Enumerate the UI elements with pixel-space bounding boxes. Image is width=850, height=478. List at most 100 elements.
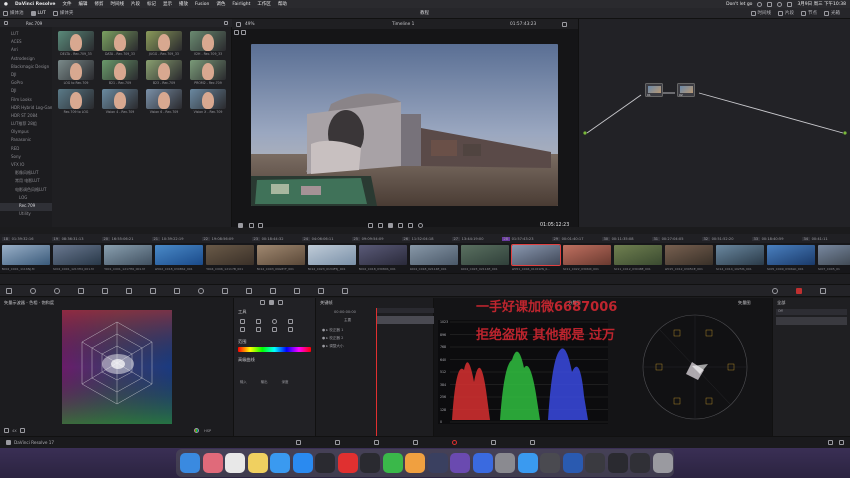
lut-tree-item[interactable]: Arri	[0, 47, 52, 55]
lut-thumbnail-item[interactable]: DELTA - Rec.709_33	[56, 31, 96, 56]
panel-option-2-icon[interactable]	[269, 300, 274, 305]
now-playing-text[interactable]: Don't let go	[726, 2, 752, 7]
clip-thumbnail[interactable]: H001_C001_1217H6_001.M	[102, 243, 153, 273]
lightbox-scope-icon[interactable]	[796, 287, 802, 294]
trash-icon[interactable]	[652, 453, 673, 473]
go-to-start-icon[interactable]	[368, 222, 373, 228]
tracker-icon[interactable]	[222, 287, 228, 294]
clip-thumbnail[interactable]: B002_C001_1116NJ.M	[0, 243, 51, 273]
search-icon[interactable]	[777, 1, 783, 7]
key-icon[interactable]	[294, 287, 300, 294]
clip-thumbnail[interactable]: A011_C022_0306IX_001	[561, 243, 612, 273]
viewer-layout-icon[interactable]	[236, 21, 241, 27]
focus-icon[interactable]	[272, 318, 277, 324]
fx-icon[interactable]	[772, 287, 778, 294]
clip-thumbnail[interactable]: W015_C012_0305CE_001	[663, 243, 714, 273]
clip-thumbnail[interactable]: A011_C012_03048E_001	[612, 243, 663, 273]
photos-icon[interactable]	[405, 453, 425, 473]
timeline-name[interactable]: Timeline 1	[392, 22, 414, 27]
lut-button[interactable]: LUT	[30, 10, 46, 16]
node-01[interactable]: 01	[645, 83, 663, 97]
plus-pick-icon[interactable]	[256, 326, 261, 332]
split-screen-icon[interactable]	[240, 30, 246, 35]
color-mode-icon[interactable]	[194, 428, 199, 433]
lut-tree-item[interactable]: DJI	[0, 88, 52, 96]
keyframe-toggle-icon[interactable]	[820, 287, 826, 294]
play-reverse-icon[interactable]	[378, 222, 383, 228]
motion-icon[interactable]	[450, 453, 470, 473]
lut-tree-item[interactable]: Rec.709	[0, 202, 52, 212]
node-input-dot[interactable]	[583, 131, 587, 135]
clip-thumbnail[interactable]: A002_C001_1213H4_001.M	[51, 243, 102, 273]
lut-thumbnail-item[interactable]: Rec.709 to LOG	[56, 89, 96, 114]
lut-tree-item[interactable]: 电影调色风格LUT	[0, 187, 52, 195]
media-page-icon[interactable]	[296, 440, 301, 445]
menu-mark[interactable]: 标记	[147, 1, 156, 7]
lut-tree-item[interactable]: LUT推荐 28组	[0, 121, 52, 129]
lut-tree-item[interactable]: Sony	[0, 154, 52, 162]
menu-trim[interactable]: 修剪	[94, 1, 103, 7]
lut-thumbnail-item[interactable]: PROM2 - Rec.709	[188, 60, 228, 85]
loop-icon[interactable]	[249, 222, 254, 228]
edit-page-icon[interactable]	[374, 440, 379, 445]
finalcut-icon[interactable]	[315, 453, 335, 473]
menu-fairlight[interactable]: Fairlight	[232, 2, 250, 7]
notes-icon[interactable]	[247, 453, 268, 473]
window-icon[interactable]	[198, 287, 204, 294]
lut-thumbnail-item[interactable]: B21 - Rec.709	[100, 60, 140, 85]
eyedropper-icon[interactable]	[288, 318, 293, 324]
viewer-zoom[interactable]: 49%	[245, 22, 255, 27]
stop-icon[interactable]	[388, 222, 393, 228]
window-thumb-2-icon[interactable]	[630, 453, 650, 473]
lut-thumbnail-item[interactable]: V2H - Rec.709_33	[188, 31, 228, 56]
lut-thumbnail-item[interactable]: DATA - Rec.709_33	[100, 31, 140, 56]
color-warper-icon[interactable]	[150, 287, 156, 294]
color-picker-icon[interactable]	[238, 222, 243, 228]
clip-thumbnail[interactable]: B012_C003_09G8YF_001	[255, 243, 306, 273]
panel-option-3-icon[interactable]	[278, 300, 283, 305]
lightbox-button[interactable]: 光箱	[824, 10, 840, 16]
lut-tree-item[interactable]: GoPro	[0, 80, 52, 88]
vectorscope-zoom[interactable]: 4X	[12, 429, 17, 433]
lut-thumbnail-item[interactable]: Vision 4 - Rec.709	[100, 89, 140, 114]
fusion-page-icon[interactable]	[413, 440, 418, 445]
go-to-end-icon[interactable]	[408, 222, 413, 228]
menu-color[interactable]: 调色	[216, 1, 225, 7]
clip-thumbnail[interactable]: S004_C023_02114E_001	[459, 243, 510, 273]
control-center-icon[interactable]	[787, 1, 793, 7]
cut-page-icon[interactable]	[335, 440, 340, 445]
keyframe-track-1[interactable]: ● ▸ 校正器 1	[322, 326, 344, 334]
fairlight-page-icon[interactable]	[491, 440, 496, 445]
lut-thumbnail-item[interactable]: B23 - Rec.709	[144, 60, 184, 85]
magic-mask-icon[interactable]	[246, 287, 252, 294]
clip-thumbnail[interactable]: A005_C009_0306LK_001	[765, 243, 816, 273]
sizing-icon[interactable]	[318, 287, 324, 294]
menu-timeline[interactable]: 时间线	[110, 1, 124, 7]
lut-tree-item[interactable]: Astrodesign	[0, 56, 52, 64]
lut-tree-item[interactable]: ACES	[0, 39, 52, 47]
keyframe-track-3[interactable]: ● ▸ 调整大小	[322, 342, 344, 350]
color-match-icon[interactable]	[30, 287, 36, 294]
qualifier-icon[interactable]	[174, 287, 180, 294]
lut-tree-item[interactable]: Olympus	[0, 129, 52, 137]
pick-icon[interactable]	[240, 318, 245, 324]
motion-effects-icon[interactable]	[102, 287, 108, 294]
safari-icon[interactable]	[270, 453, 290, 473]
rgb-mixer-icon[interactable]	[78, 287, 84, 294]
word-icon[interactable]	[562, 453, 583, 473]
home-icon[interactable]	[828, 440, 833, 445]
minus-pick-icon[interactable]	[240, 326, 245, 332]
color-page-icon[interactable]	[452, 440, 457, 445]
menu-clip[interactable]: 片段	[131, 1, 140, 7]
color-wheels-icon[interactable]	[54, 287, 60, 294]
blur-icon[interactable]	[270, 287, 276, 294]
finder-icon[interactable]	[180, 453, 200, 473]
right-panel-item[interactable]: Off	[776, 309, 847, 315]
battery-icon[interactable]	[767, 1, 773, 7]
netease-music-icon[interactable]	[337, 453, 358, 473]
lut-thumbnail-item[interactable]: LOG to Rec.709	[56, 60, 96, 85]
add-pick-icon[interactable]	[256, 318, 261, 324]
deliver-page-icon[interactable]	[530, 440, 535, 445]
lut-thumbnail-item[interactable]: Vision X - Rec.709	[188, 89, 228, 114]
window-thumb-icon[interactable]	[607, 453, 628, 473]
